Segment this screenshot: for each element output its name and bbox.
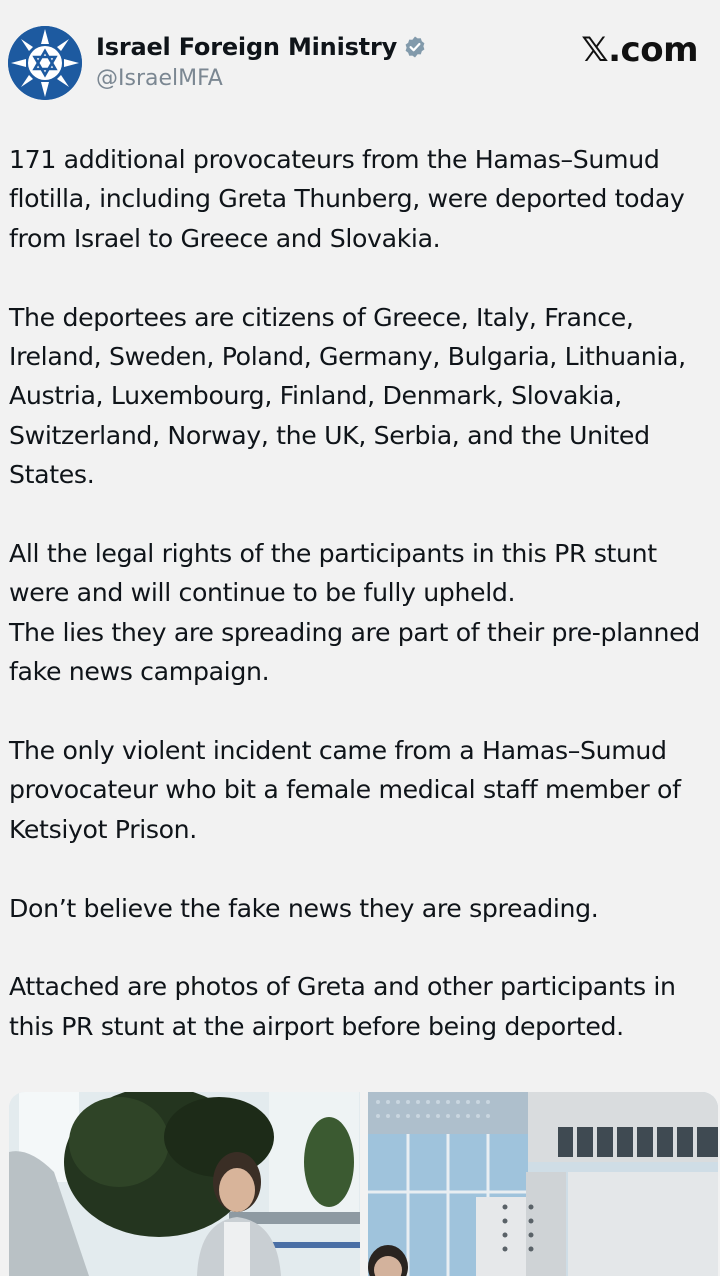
tweet-header: Israel Foreign Ministry @IsraelMFA 𝕏.com <box>0 0 720 110</box>
tweet-paragraph: The only violent incident came from a Ha… <box>9 736 681 844</box>
tweet-text: 171 additional provocateurs from the Ham… <box>9 140 715 1046</box>
handle[interactable]: @IsraelMFA <box>96 66 223 91</box>
tweet-paragraph: 171 additional provocateurs from the Ham… <box>9 145 685 253</box>
avatar[interactable] <box>8 26 82 100</box>
media-grid <box>9 1092 718 1276</box>
photo-airport-participants[interactable] <box>368 1092 718 1276</box>
x-com-brand: 𝕏.com <box>581 30 698 70</box>
tweet-paragraph: All the legal rights of the participants… <box>9 539 700 687</box>
display-name[interactable]: Israel Foreign Ministry <box>96 33 427 61</box>
israel-mfa-logo-icon <box>8 26 82 100</box>
verified-badge-icon <box>405 36 425 58</box>
tweet-paragraph: The deportees are citizens of Greece, It… <box>9 302 686 490</box>
photo-airport-greta-image <box>9 1092 360 1276</box>
photo-airport-greta[interactable] <box>9 1092 360 1276</box>
tweet-paragraph: Don’t believe the fake news they are spr… <box>9 893 599 923</box>
display-name-text: Israel Foreign Ministry <box>96 33 398 61</box>
tweet-paragraph: Attached are photos of Greta and other p… <box>9 972 676 1041</box>
photo-airport-participants-image <box>368 1092 718 1276</box>
